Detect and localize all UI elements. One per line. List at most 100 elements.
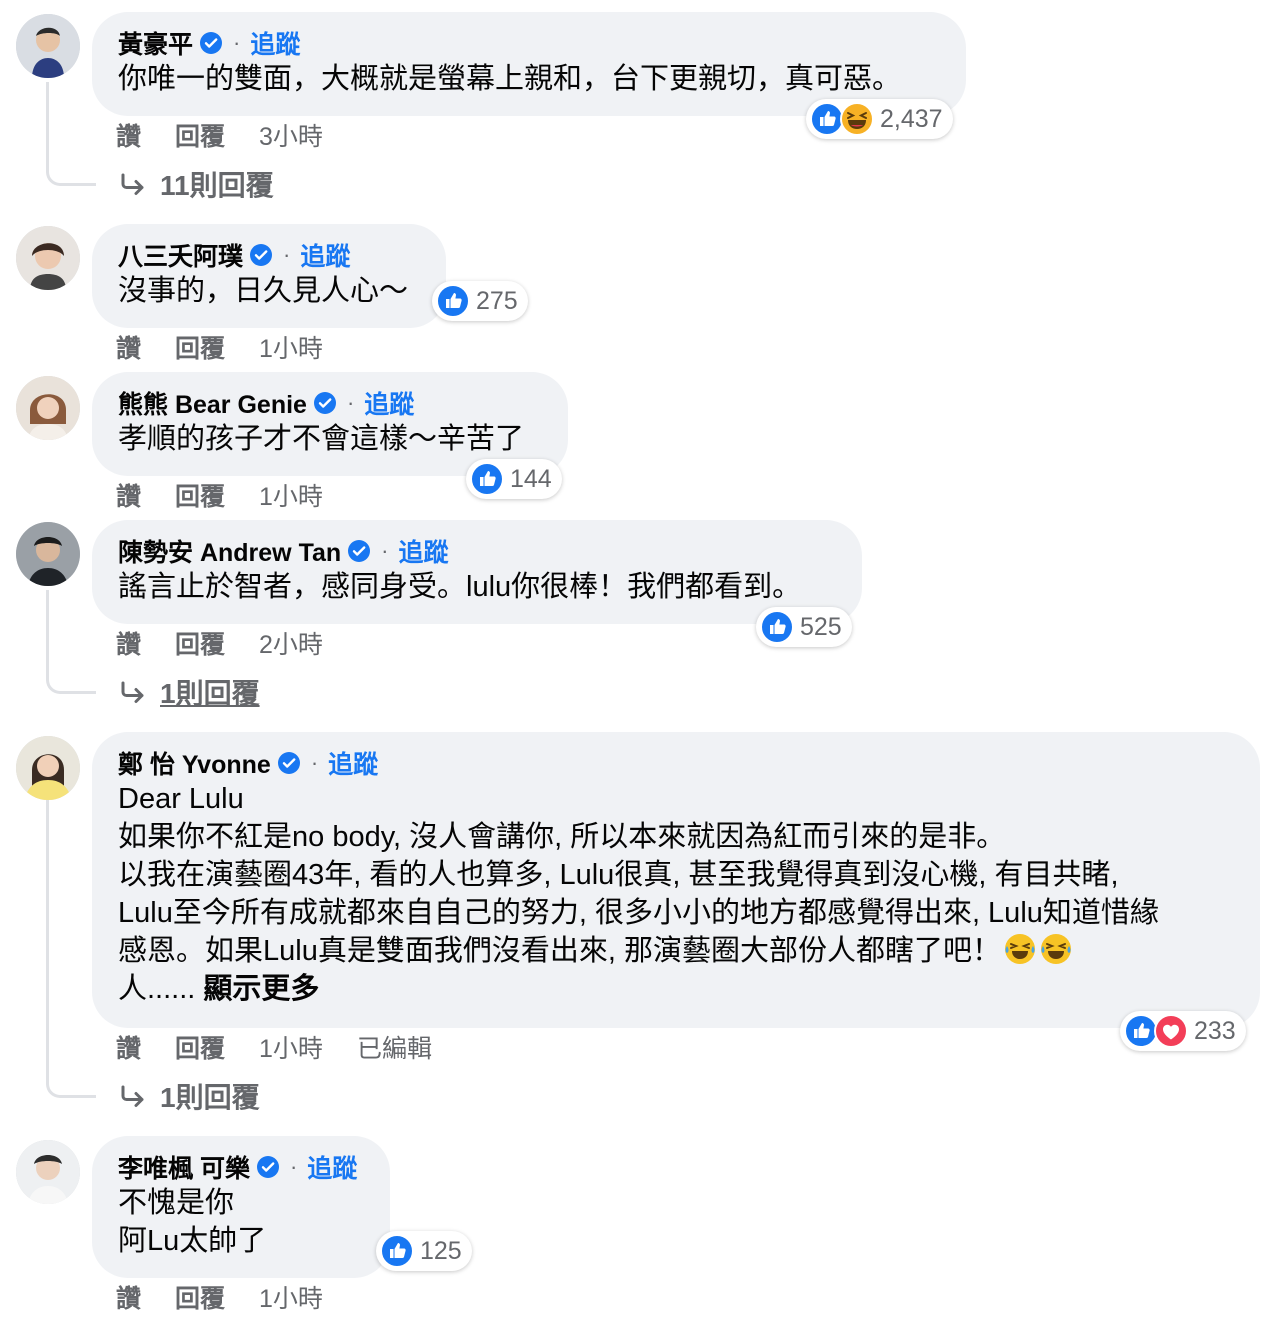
verified-badge-icon (313, 391, 337, 415)
reply-button[interactable]: 回覆 (175, 625, 225, 661)
timestamp[interactable]: 1小時 (259, 1029, 323, 1065)
reply-arrow-icon (118, 1084, 148, 1108)
commenter-name[interactable]: 熊熊 Bear Genie (118, 385, 307, 421)
comment-text: 你唯一的雙面，大概就是螢幕上親和，台下更親切，真可惡。 (118, 63, 902, 95)
reaction-summary[interactable]: 233 (1120, 1011, 1246, 1051)
edited-label[interactable]: 已編輯 (357, 1029, 432, 1065)
view-replies-link[interactable]: 1則回覆 (118, 1076, 260, 1116)
reply-thread-line (46, 82, 96, 186)
replies-count-label: 1則回覆 (160, 1082, 260, 1113)
reply-thread-line (46, 590, 96, 694)
replies-count-label: 11則回覆 (160, 170, 274, 201)
comment-bubble: 李唯楓 可樂 · 追蹤 不愧是你 阿Lu太帥了 (92, 1136, 390, 1278)
rolling-laughing-emoji-icon (1003, 932, 1037, 966)
follow-button[interactable]: 追蹤 (328, 745, 378, 781)
comment-text: 沒事的，日久見人心～ (118, 275, 409, 307)
commenter-name[interactable]: 李唯楓 可樂 (118, 1149, 250, 1185)
reply-thread-line (46, 800, 96, 1098)
reaction-count: 275 (476, 286, 518, 315)
reaction-summary[interactable]: 275 (432, 281, 528, 321)
follow-button[interactable]: 追蹤 (364, 385, 414, 421)
verified-badge-icon (199, 31, 223, 55)
follow-button[interactable]: 追蹤 (307, 1149, 357, 1185)
timestamp[interactable]: 1小時 (259, 1279, 323, 1315)
comment-actions: 讚 回覆 1小時 (116, 1280, 357, 1314)
like-button[interactable]: 讚 (116, 1279, 141, 1315)
love-reaction-icon (1154, 1014, 1188, 1048)
comment-actions: 讚 回覆 1小時 已編輯 (116, 1030, 466, 1064)
comment-bubble: 八三夭阿璞 · 追蹤 沒事的，日久見人心～ (92, 224, 446, 328)
follow-button[interactable]: 追蹤 (250, 25, 300, 61)
separator-dot: · (346, 390, 355, 415)
timestamp[interactable]: 2小時 (259, 625, 323, 661)
comment-text: 孝順的孩子才不會這樣～辛苦了 (118, 423, 525, 455)
comment-actions: 讚 回覆 2小時 (116, 626, 357, 660)
avatar[interactable] (16, 376, 80, 440)
see-more-link[interactable]: 顯示更多 (203, 973, 319, 1005)
reply-button[interactable]: 回覆 (175, 1029, 225, 1065)
view-replies-link[interactable]: 1則回覆 (118, 672, 260, 712)
reaction-summary[interactable]: 2,437 (806, 99, 953, 139)
avatar[interactable] (16, 14, 80, 78)
like-button[interactable]: 讚 (116, 117, 141, 153)
verified-badge-icon (256, 1155, 280, 1179)
follow-button[interactable]: 追蹤 (399, 533, 449, 569)
reaction-count: 2,437 (880, 104, 943, 133)
like-button[interactable]: 讚 (116, 329, 141, 365)
reply-arrow-icon (118, 172, 148, 196)
comment-text-line: Dear Lulu (118, 783, 244, 815)
comment-actions: 讚 回覆 1小時 (116, 330, 357, 364)
reaction-summary[interactable]: 144 (466, 459, 562, 499)
follow-button[interactable]: 追蹤 (300, 237, 350, 273)
timestamp[interactable]: 3小時 (259, 117, 323, 153)
reaction-summary[interactable]: 525 (756, 607, 852, 647)
like-reaction-icon (1124, 1014, 1158, 1048)
reaction-count: 525 (800, 612, 842, 641)
like-button[interactable]: 讚 (116, 477, 141, 513)
comment-text-line: 不愧是你 (118, 1187, 235, 1219)
commenter-name[interactable]: 陳勢安 Andrew Tan (118, 533, 341, 569)
verified-badge-icon (277, 751, 301, 775)
reply-button[interactable]: 回覆 (175, 329, 225, 365)
separator-dot: · (289, 1154, 298, 1179)
like-reaction-icon (436, 284, 470, 318)
avatar-image (16, 376, 80, 440)
comment-text-segment: 人...... (118, 973, 196, 1005)
avatar[interactable] (16, 1140, 80, 1204)
comment-actions: 讚 回覆 1小時 (116, 478, 357, 512)
haha-reaction-icon (840, 102, 874, 136)
comment-text-line: 感恩。如果Lulu真是雙面我們沒看出來, 那演藝圈大部份人都瞎了吧！ (118, 932, 1234, 970)
comment-text-segment: 感恩。如果Lulu真是雙面我們沒看出來, 那演藝圈大部份人都瞎了吧！ (118, 935, 1001, 967)
reply-button[interactable]: 回覆 (175, 1279, 225, 1315)
separator-dot: · (381, 538, 389, 563)
comment-text-line: 阿Lu太帥了 (118, 1225, 267, 1257)
comment-text-line: Lulu至今所有成就都來自自己的努力, 很多小小的地方都感覺得出來, Lulu知… (118, 897, 1159, 929)
like-button[interactable]: 讚 (116, 625, 141, 661)
commenter-name[interactable]: 鄭 怡 Yvonne (118, 745, 271, 781)
avatar-image (16, 14, 80, 78)
avatar-image (16, 522, 80, 586)
avatar-image (16, 226, 80, 290)
separator-dot: · (310, 750, 319, 775)
comment-bubble: 陳勢安 Andrew Tan · 追蹤 謠言止於智者，感同身受。lulu你很棒！… (92, 520, 862, 624)
replies-count-label: 1則回覆 (160, 678, 260, 709)
view-replies-link[interactable]: 11則回覆 (118, 164, 274, 204)
reaction-summary[interactable]: 125 (376, 1231, 472, 1271)
like-reaction-icon (810, 102, 844, 136)
timestamp[interactable]: 1小時 (259, 329, 323, 365)
reply-arrow-icon (118, 680, 148, 704)
avatar-image (16, 736, 80, 800)
like-button[interactable]: 讚 (116, 1029, 141, 1065)
commenter-name[interactable]: 八三夭阿璞 (118, 237, 243, 273)
reply-button[interactable]: 回覆 (175, 117, 225, 153)
avatar[interactable] (16, 226, 80, 290)
timestamp[interactable]: 1小時 (259, 477, 323, 513)
reply-button[interactable]: 回覆 (175, 477, 225, 513)
verified-badge-icon (347, 539, 371, 563)
comment-actions: 讚 回覆 3小時 (116, 118, 357, 152)
avatar[interactable] (16, 736, 80, 800)
comment-bubble: 鄭 怡 Yvonne · 追蹤 Dear Lulu 如果你不紅是no body,… (92, 732, 1260, 1028)
commenter-name[interactable]: 黃豪平 (118, 25, 193, 61)
avatar[interactable] (16, 522, 80, 586)
like-reaction-icon (470, 462, 504, 496)
